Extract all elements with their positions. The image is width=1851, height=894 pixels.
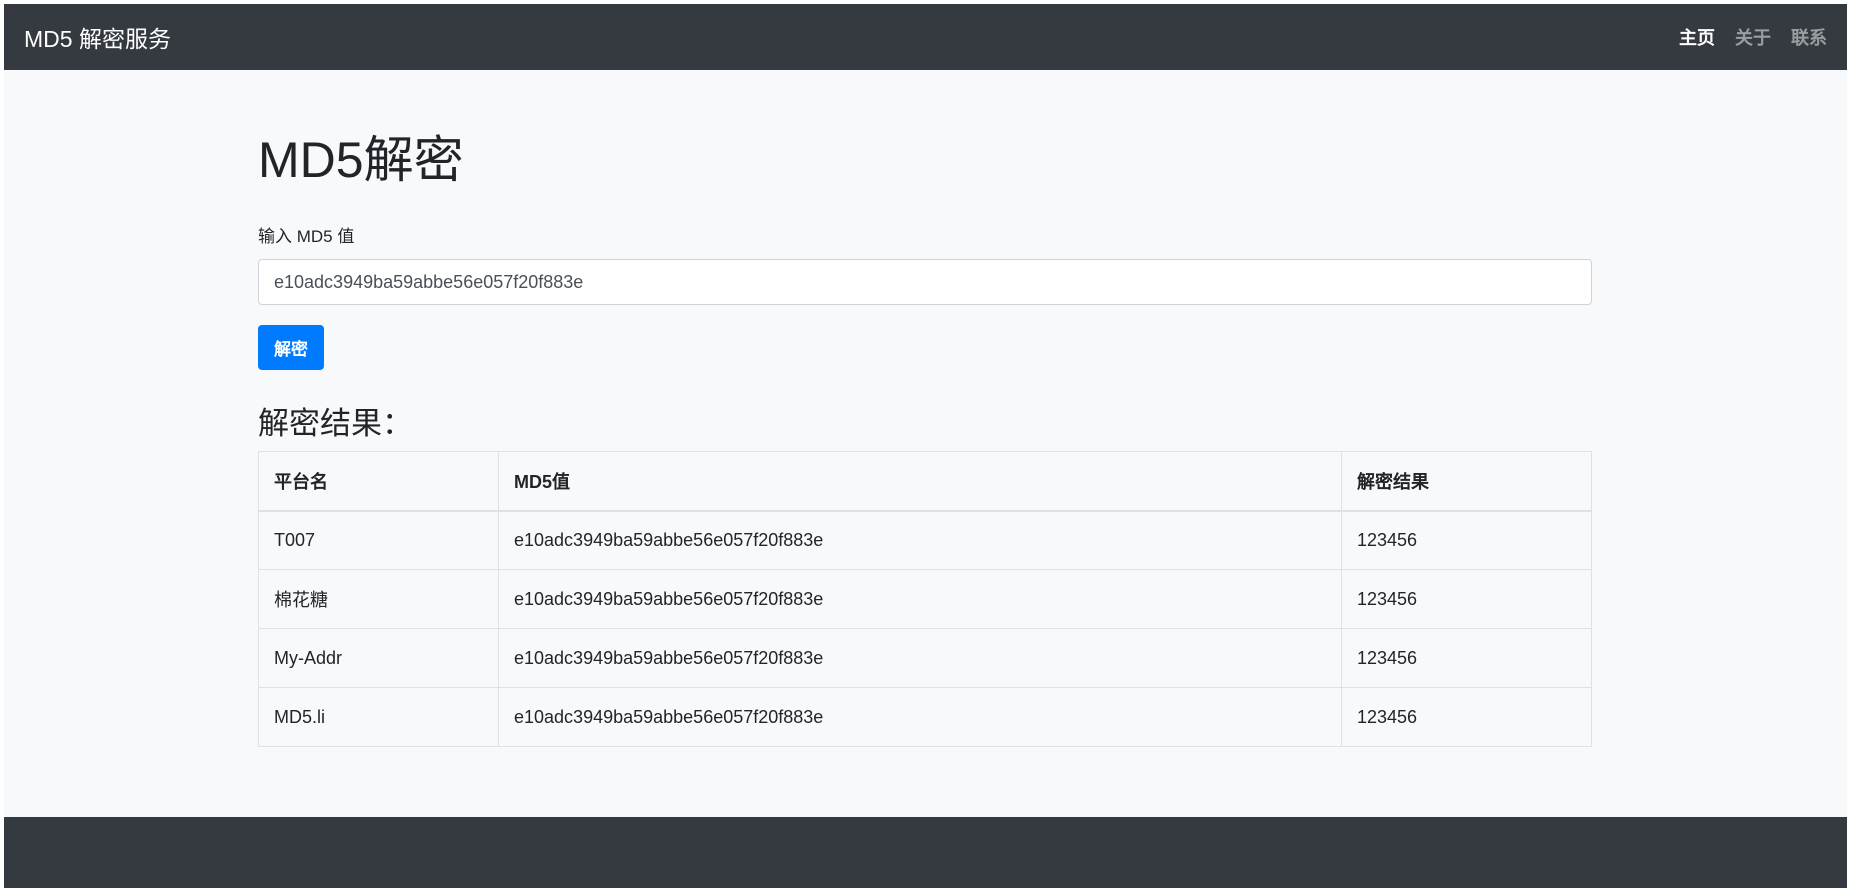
cell-platform: MD5.li	[258, 687, 499, 747]
header-result: 解密结果	[1341, 451, 1592, 512]
brand-logo[interactable]: MD5 解密服务	[24, 20, 171, 54]
header-platform: 平台名	[258, 451, 499, 512]
browser-viewport: MD5 解密服务 主页 关于 联系 MD5解密 输入 MD5 值 解密 解密结果…	[4, 4, 1847, 888]
cell-md5: e10adc3949ba59abbe56e057f20f883e	[498, 628, 1342, 688]
cell-result: 123456	[1341, 510, 1592, 570]
header-md5: MD5值	[498, 451, 1342, 512]
nav-link-about[interactable]: 关于	[1735, 24, 1771, 50]
results-table: 平台名 MD5值 解密结果 T007 e10adc3949ba59abbe56e…	[258, 451, 1592, 747]
table-row: T007 e10adc3949ba59abbe56e057f20f883e 12…	[258, 510, 1592, 570]
cell-md5: e10adc3949ba59abbe56e057f20f883e	[498, 687, 1342, 747]
cell-platform: 棉花糖	[258, 569, 499, 629]
cell-platform: My-Addr	[258, 628, 499, 688]
result-heading: 解密结果：	[258, 406, 413, 441]
nav-links: 主页 关于 联系	[1679, 24, 1827, 50]
table-row: My-Addr e10adc3949ba59abbe56e057f20f883e…	[258, 628, 1592, 688]
md5-input[interactable]	[258, 259, 1592, 305]
table-row: MD5.li e10adc3949ba59abbe56e057f20f883e …	[258, 687, 1592, 747]
nav-link-contact[interactable]: 联系	[1791, 24, 1827, 50]
table-header-row: 平台名 MD5值 解密结果	[258, 451, 1592, 512]
cell-result: 123456	[1341, 628, 1592, 688]
table-row: 棉花糖 e10adc3949ba59abbe56e057f20f883e 123…	[258, 569, 1592, 629]
md5-input-label: 输入 MD5 值	[258, 227, 355, 246]
page-title: MD5解密	[258, 132, 464, 188]
cell-result: 123456	[1341, 569, 1592, 629]
footer	[4, 817, 1847, 888]
main-content: MD5解密 输入 MD5 值 解密 解密结果： 平台名 MD5值 解密结果 T0…	[258, 70, 1592, 747]
cell-md5: e10adc3949ba59abbe56e057f20f883e	[498, 569, 1342, 629]
nav-link-home[interactable]: 主页	[1679, 24, 1715, 50]
decrypt-button[interactable]: 解密	[258, 325, 324, 370]
navbar: MD5 解密服务 主页 关于 联系	[4, 4, 1847, 70]
cell-platform: T007	[258, 510, 499, 570]
cell-md5: e10adc3949ba59abbe56e057f20f883e	[498, 510, 1342, 570]
cell-result: 123456	[1341, 687, 1592, 747]
